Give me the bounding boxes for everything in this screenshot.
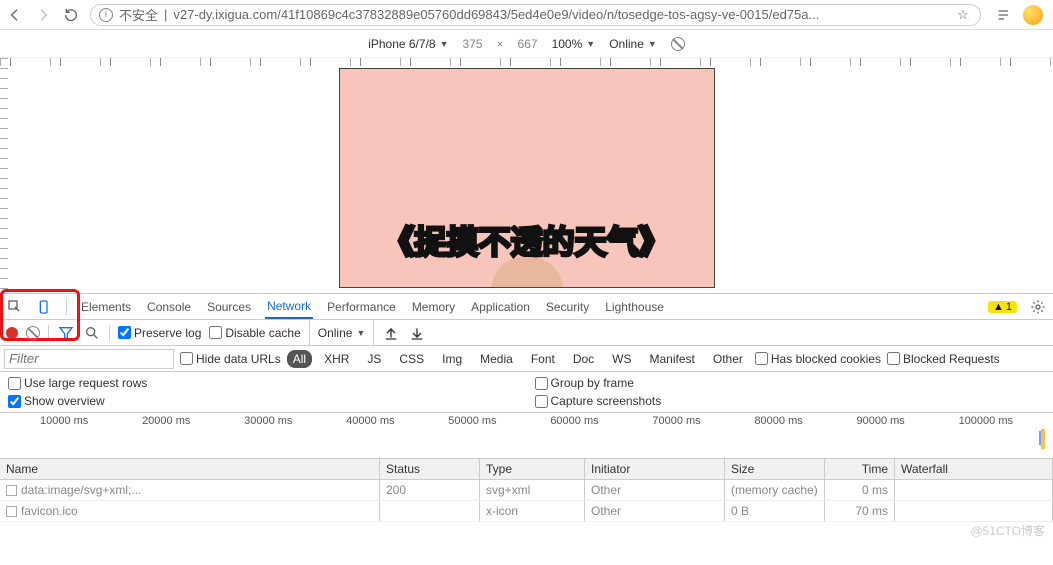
forward-icon[interactable] (34, 6, 52, 24)
tab-elements[interactable]: Elements (79, 296, 133, 318)
preserve-log-checkbox[interactable]: Preserve log (118, 326, 201, 340)
blocked-requests-checkbox[interactable]: Blocked Requests (887, 352, 1000, 366)
watermark: @51CTO博客 (970, 522, 1045, 539)
tick: 100000 ms (959, 415, 1013, 427)
tab-application[interactable]: Application (469, 296, 532, 318)
tick: 10000 ms (40, 415, 88, 427)
col-waterfall[interactable]: Waterfall (895, 459, 1053, 479)
activity-bar (1039, 431, 1041, 445)
col-size[interactable]: Size (725, 459, 825, 479)
tick: 90000 ms (857, 415, 905, 427)
vertical-ruler (0, 58, 8, 293)
filter-xhr[interactable]: XHR (318, 350, 355, 368)
device-width[interactable]: 375 (463, 37, 483, 51)
capture-screenshots-checkbox[interactable]: Capture screenshots (535, 394, 1046, 408)
tick: 40000 ms (346, 415, 394, 427)
info-icon[interactable]: i (99, 8, 113, 22)
tick: 70000 ms (652, 415, 700, 427)
large-rows-checkbox[interactable]: Use large request rows (8, 376, 519, 390)
col-status[interactable]: Status (380, 459, 480, 479)
device-frame[interactable]: 《捉摸不透的天气》 (339, 68, 715, 288)
filter-all[interactable]: All (287, 350, 312, 368)
throttling-select[interactable]: Online▼ (309, 320, 375, 346)
network-controls: Preserve log Disable cache Online▼ (0, 320, 1053, 346)
url-separator: | (164, 7, 167, 22)
device-toolbar: iPhone 6/7/8▼ 375 × 667 100%▼ Online▼ (0, 30, 1053, 58)
table-header: Name Status Type Initiator Size Time Wat… (0, 459, 1053, 480)
record-button[interactable] (6, 327, 18, 339)
clear-icon[interactable] (26, 326, 40, 340)
profile-avatar[interactable] (1023, 5, 1043, 25)
options-row: Use large request rows Show overview Gro… (0, 372, 1053, 413)
filter-other[interactable]: Other (707, 350, 749, 368)
filter-manifest[interactable]: Manifest (644, 350, 701, 368)
filter-doc[interactable]: Doc (567, 350, 600, 368)
tab-lighthouse[interactable]: Lighthouse (603, 296, 666, 318)
activity-bar (1041, 429, 1045, 449)
network-table: Name Status Type Initiator Size Time Wat… (0, 459, 1053, 565)
devtools-panel: Elements Console Sources Network Perform… (0, 293, 1053, 565)
back-icon[interactable] (6, 6, 24, 24)
readlist-icon[interactable] (995, 6, 1013, 24)
throttle-select[interactable]: Online▼ (609, 37, 657, 51)
col-name[interactable]: Name (0, 459, 380, 479)
warning-badge[interactable]: ▲ 1 (988, 301, 1017, 313)
filter-css[interactable]: CSS (393, 350, 430, 368)
col-initiator[interactable]: Initiator (585, 459, 725, 479)
col-type[interactable]: Type (480, 459, 585, 479)
tab-security[interactable]: Security (544, 296, 591, 318)
tab-memory[interactable]: Memory (410, 296, 457, 318)
blocked-cookies-checkbox[interactable]: Has blocked cookies (755, 352, 881, 366)
reload-icon[interactable] (62, 6, 80, 24)
url-field[interactable]: i 不安全 | v27-dy.ixigua.com/41f10869c4c378… (90, 4, 981, 26)
tab-network[interactable]: Network (265, 295, 313, 319)
star-icon[interactable]: ☆ (954, 6, 972, 24)
upload-har-icon[interactable] (382, 324, 400, 342)
group-by-frame-checkbox[interactable]: Group by frame (535, 376, 1046, 390)
col-time[interactable]: Time (825, 459, 895, 479)
zoom-select[interactable]: 100%▼ (552, 37, 596, 51)
tick: 80000 ms (754, 415, 802, 427)
device-viewport: 《捉摸不透的天气》 (0, 58, 1053, 293)
tick: 30000 ms (244, 415, 292, 427)
tab-performance[interactable]: Performance (325, 296, 398, 318)
dim-x: × (497, 37, 504, 51)
devtools-tabs: Elements Console Sources Network Perform… (0, 294, 1053, 320)
insecure-label: 不安全 (119, 5, 158, 24)
tick: 60000 ms (550, 415, 598, 427)
browser-address-bar: i 不安全 | v27-dy.ixigua.com/41f10869c4c378… (0, 0, 1053, 30)
filter-media[interactable]: Media (474, 350, 519, 368)
table-row[interactable]: favicon.ico x-icon Other 0 B 70 ms (0, 501, 1053, 522)
search-icon[interactable] (83, 324, 101, 342)
filter-img[interactable]: Img (436, 350, 468, 368)
rotate-icon[interactable] (671, 37, 685, 51)
filter-input[interactable] (4, 349, 174, 369)
filter-js[interactable]: JS (361, 350, 387, 368)
device-select[interactable]: iPhone 6/7/8▼ (368, 37, 448, 51)
inspect-icon[interactable] (6, 298, 24, 316)
download-har-icon[interactable] (408, 324, 426, 342)
timeline-overview[interactable]: 10000 ms 20000 ms 30000 ms 40000 ms 5000… (0, 413, 1053, 459)
filter-row: Hide data URLs All XHR JS CSS Img Media … (0, 346, 1053, 372)
filter-font[interactable]: Font (525, 350, 561, 368)
horizontal-ruler (0, 58, 1053, 66)
table-row[interactable]: data:image/svg+xml;... 200 svg+xml Other… (0, 480, 1053, 501)
device-height[interactable]: 667 (518, 37, 538, 51)
show-overview-checkbox[interactable]: Show overview (8, 394, 519, 408)
disable-cache-checkbox[interactable]: Disable cache (209, 326, 300, 340)
tab-console[interactable]: Console (145, 296, 193, 318)
filter-icon[interactable] (57, 324, 75, 342)
url-text: v27-dy.ixigua.com/41f10869c4c37832889e05… (173, 7, 948, 22)
tick: 50000 ms (448, 415, 496, 427)
filter-ws[interactable]: WS (606, 350, 637, 368)
hide-data-urls-checkbox[interactable]: Hide data URLs (180, 352, 281, 366)
device-toggle-icon[interactable] (36, 298, 54, 316)
gear-icon[interactable] (1029, 298, 1047, 316)
tab-sources[interactable]: Sources (205, 296, 253, 318)
tick: 20000 ms (142, 415, 190, 427)
